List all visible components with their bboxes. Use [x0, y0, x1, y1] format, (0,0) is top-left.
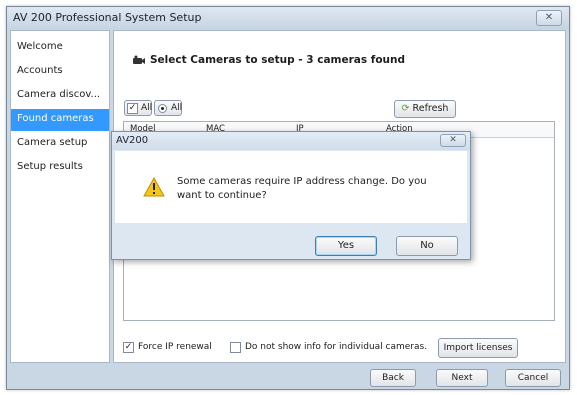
dialog-message: Some cameras require IP address change. … [177, 176, 427, 201]
select-all-label: All [141, 103, 153, 113]
check-icon: ✓ [123, 342, 134, 353]
sidebar-item-setup-results[interactable]: Setup results [11, 157, 109, 179]
dialog-body: Some cameras require IP address change. … [115, 151, 467, 223]
sidebar-item-camera-setup[interactable]: Camera setup [11, 133, 109, 155]
do-not-show-info-label: Do not show info for individual cameras. [245, 342, 428, 352]
import-licenses-button[interactable]: Import licenses [438, 338, 518, 358]
sidebar-item-accounts[interactable]: Accounts [11, 61, 109, 83]
refresh-button[interactable]: ⟳ Refresh [394, 100, 456, 118]
force-ip-renewal-label: Force IP renewal [138, 342, 212, 352]
warning-icon [143, 177, 165, 197]
select-all-radio[interactable]: All [154, 100, 182, 116]
confirm-dialog: AV200 ✕ Some cameras require IP address … [111, 131, 471, 260]
check-icon: ✓ [127, 103, 138, 114]
window-title: AV 200 Professional System Setup [13, 11, 202, 24]
sidebar-item-camera-discovery[interactable]: Camera discov... [11, 85, 109, 107]
wizard-footer: Back Next Cancel [7, 365, 569, 389]
window-close-button[interactable]: ✕ [536, 10, 562, 26]
radio-dot [161, 107, 164, 110]
refresh-label: Refresh [412, 103, 449, 114]
select-radio-label: All [171, 103, 183, 113]
sidebar-item-welcome[interactable]: Welcome [11, 37, 109, 59]
dialog-title: AV200 [116, 135, 149, 146]
window-titlebar[interactable]: AV 200 Professional System Setup ✕ [7, 7, 569, 29]
page-heading: Select Cameras to setup - 3 cameras foun… [150, 54, 406, 66]
cancel-button[interactable]: Cancel [505, 369, 561, 387]
checkbox-box [230, 342, 241, 353]
no-button[interactable]: No [396, 236, 458, 256]
do-not-show-info-checkbox[interactable]: Do not show info for individual cameras. [230, 341, 430, 355]
camera-icon [133, 55, 145, 64]
dialog-close-button[interactable]: ✕ [440, 134, 466, 147]
refresh-icon: ⟳ [401, 103, 410, 114]
radio-icon [158, 104, 167, 113]
sidebar: Welcome Accounts Camera discov... Found … [10, 30, 110, 363]
sidebar-item-found-cameras[interactable]: Found cameras [11, 109, 109, 131]
dialog-titlebar[interactable]: AV200 ✕ [112, 132, 470, 150]
yes-button[interactable]: Yes [315, 236, 377, 256]
back-button[interactable]: Back [370, 369, 416, 387]
select-all-checkbox[interactable]: ✓ All [124, 100, 152, 116]
next-button[interactable]: Next [436, 369, 488, 387]
